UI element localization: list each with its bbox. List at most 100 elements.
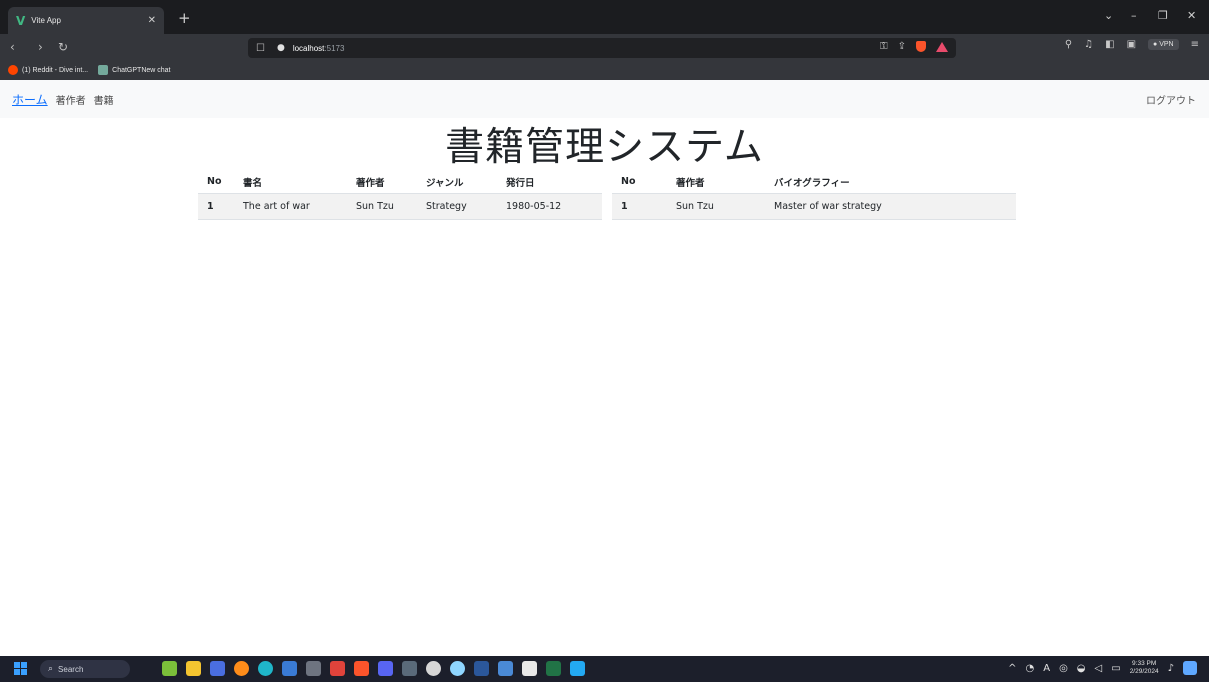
authors-table: No 著作者 バイオグラフィー 1 Sun Tzu Master of war … xyxy=(612,171,1016,220)
bookmark-chatgpt[interactable]: ChatGPTNew chat xyxy=(98,65,171,75)
brave-icon[interactable] xyxy=(354,661,369,676)
column-header: バイオグラフィー xyxy=(765,171,1016,194)
url-host: localhost xyxy=(292,43,325,53)
url-port: :5173 xyxy=(324,43,345,53)
column-header: 著作者 xyxy=(347,171,417,194)
copilot-icon[interactable] xyxy=(1183,661,1197,675)
browser-tab[interactable]: V Vite App ✕ xyxy=(8,7,164,34)
notepad-icon[interactable] xyxy=(498,661,513,676)
table-cell: 1980-05-12 xyxy=(497,193,602,220)
vscode-icon[interactable] xyxy=(570,661,585,676)
notification-bell-icon[interactable]: ♪ xyxy=(1168,663,1174,674)
address-bar[interactable]: ☐ ● localhost:5173 ⚿ ⇪ xyxy=(248,38,956,58)
address-bar-actions: ⚿ ⇪ xyxy=(880,41,948,52)
page-title: 書籍管理システム xyxy=(445,125,764,170)
input-method-icon[interactable]: A xyxy=(1043,663,1050,674)
share-icon[interactable]: ⇪ xyxy=(898,41,906,52)
system-tray: ^ ◔ A ◎ ◒ ◁ ▭ 9:33 PM 2/29/2024 ♪ xyxy=(1008,660,1197,676)
app-icon[interactable] xyxy=(306,661,321,676)
tray-app-icon[interactable]: ◔ xyxy=(1025,663,1034,674)
chevron-up-icon[interactable]: ^ xyxy=(1008,663,1016,674)
todo-icon[interactable] xyxy=(282,661,297,676)
site-info-icon[interactable]: ● xyxy=(277,43,285,53)
extensions-icon[interactable]: ⚲ xyxy=(1065,39,1072,50)
column-header: No xyxy=(612,171,667,194)
column-header: 著作者 xyxy=(667,171,765,194)
column-header: 発行日 xyxy=(497,171,602,194)
back-icon[interactable]: ‹ xyxy=(10,40,15,54)
battery-icon[interactable]: ▭ xyxy=(1111,663,1120,674)
new-tab-icon[interactable]: + xyxy=(178,9,191,27)
wifi-icon[interactable]: ◒ xyxy=(1077,663,1086,674)
close-tab-icon[interactable]: ✕ xyxy=(148,15,156,26)
key-icon[interactable]: ⚿ xyxy=(880,41,888,52)
bookmark-reddit[interactable]: (1) Reddit - Dive int... xyxy=(8,65,88,75)
table-cell: Sun Tzu xyxy=(667,193,765,220)
nav-links: ホーム 著作者 書籍 xyxy=(12,91,114,108)
brave-shields-icon[interactable] xyxy=(916,41,926,52)
windows-start-icon[interactable] xyxy=(14,662,27,675)
logout-link[interactable]: ログアウト xyxy=(1146,92,1196,107)
app-navbar: ホーム 著作者 書籍 ログアウト xyxy=(0,80,1209,118)
vpn-button[interactable]: ● VPN xyxy=(1148,39,1179,50)
taskbar-search[interactable]: ⌕ Search xyxy=(40,660,130,678)
bookmarks-bar: (1) Reddit - Dive int... ChatGPTNew chat xyxy=(0,60,1209,80)
wallet-icon[interactable]: ▣ xyxy=(1127,39,1136,50)
reload-icon[interactable]: ↻ xyxy=(58,40,68,54)
table-row: 1 Sun Tzu Master of war strategy xyxy=(612,193,1016,220)
toolbar-right-actions: ⚲ ♫ ◧ ▣ ● VPN ≡ xyxy=(1065,39,1199,50)
chrome-icon[interactable] xyxy=(234,661,249,676)
table-header-row: No 著作者 バイオグラフィー xyxy=(612,171,1016,194)
table-cell: Strategy xyxy=(417,193,497,220)
chatgpt-icon xyxy=(98,65,109,75)
reddit-icon xyxy=(8,65,18,75)
tab-title: Vite App xyxy=(31,16,61,25)
sidebar-icon[interactable]: ◧ xyxy=(1105,39,1114,50)
table-cell: 1 xyxy=(198,193,234,220)
excel-icon[interactable] xyxy=(546,661,561,676)
bookmark-icon[interactable]: ☐ xyxy=(256,43,265,54)
search-label: Search xyxy=(58,664,84,674)
table-cell: Master of war strategy xyxy=(765,193,1016,220)
clock-time: 9:33 PM xyxy=(1132,660,1157,667)
tray-app-icon[interactable]: ◎ xyxy=(1059,663,1068,674)
edge-icon[interactable] xyxy=(258,661,273,676)
bookmark-label: ChatGPTNew chat xyxy=(112,66,171,74)
nav-authors-link[interactable]: 著作者 xyxy=(56,92,86,107)
clock-date: 2/29/2024 xyxy=(1129,668,1159,675)
table-cell: 1 xyxy=(612,193,667,220)
search-icon: ⌕ xyxy=(48,664,54,674)
taskbar-apps xyxy=(162,661,585,676)
column-header: ジャンル xyxy=(417,171,497,194)
forward-icon[interactable]: › xyxy=(38,40,43,54)
column-header: No xyxy=(198,171,234,194)
bookmark-label: (1) Reddit - Dive int... xyxy=(22,66,89,74)
lizard-app-icon[interactable] xyxy=(162,661,177,676)
tab-search-icon[interactable]: ⌄ xyxy=(1104,9,1113,22)
file-explorer-icon[interactable] xyxy=(186,661,201,676)
word-icon[interactable] xyxy=(474,661,489,676)
app-icon[interactable] xyxy=(330,661,345,676)
nav-books-link[interactable]: 書籍 xyxy=(94,92,114,107)
restore-icon[interactable]: ❐ xyxy=(1158,9,1168,22)
terminal-icon[interactable] xyxy=(402,661,417,676)
vite-vue-icon: V xyxy=(16,13,26,28)
table-row: 1 The art of war Sun Tzu Strategy 1980-0… xyxy=(198,193,602,220)
table-cell: Sun Tzu xyxy=(347,193,417,220)
github-icon[interactable] xyxy=(426,661,441,676)
clock[interactable]: 9:33 PM 2/29/2024 xyxy=(1130,660,1159,676)
app-icon[interactable] xyxy=(210,661,225,676)
app-icon[interactable] xyxy=(522,661,537,676)
volume-icon[interactable]: ◁ xyxy=(1095,663,1103,674)
nav-home-link[interactable]: ホーム xyxy=(12,91,48,108)
column-header: 書名 xyxy=(234,171,347,194)
menu-icon[interactable]: ≡ xyxy=(1191,39,1199,50)
minimize-icon[interactable]: – xyxy=(1131,9,1137,22)
discord-icon[interactable] xyxy=(378,661,393,676)
browser-tab-bar: V Vite App ✕ + ⌄ – ❐ ✕ xyxy=(0,0,1209,34)
brave-rewards-icon[interactable] xyxy=(936,41,948,52)
close-window-icon[interactable]: ✕ xyxy=(1187,9,1196,22)
media-icon[interactable]: ♫ xyxy=(1084,39,1093,50)
app-icon[interactable] xyxy=(450,661,465,676)
windows-taskbar: ⌕ Search ^ ◔ A ◎ ◒ ◁ ▭ 9:33 PM 2/29/2024 xyxy=(0,656,1209,682)
